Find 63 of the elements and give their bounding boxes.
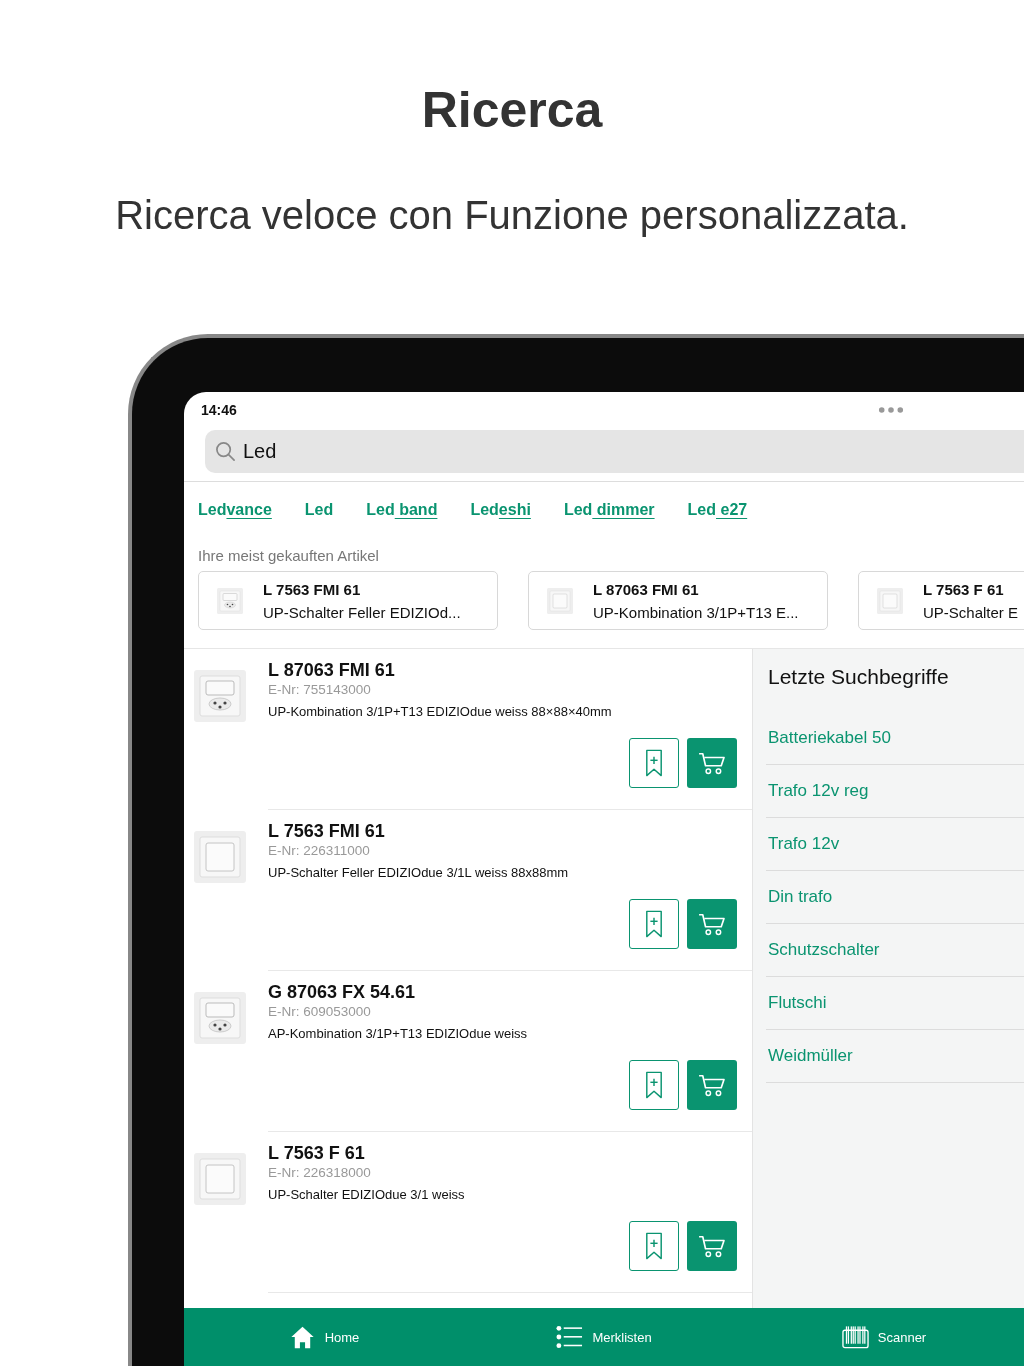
- product-code: G 87063 FX 54.61: [268, 982, 417, 1003]
- article-number: E-Nr: 609053000: [268, 1004, 372, 1019]
- section-heading: Ihre meist gekauften Artikel: [197, 546, 380, 564]
- barcode-icon: [841, 1325, 869, 1349]
- recent-search-link[interactable]: Flutschi: [768, 993, 827, 1013]
- product-card[interactable]: L 87063 FMI 61 UP-Kombination 3/1P+T13 E...: [528, 571, 828, 630]
- panel-title: Letzte Suchbegriffe: [767, 664, 950, 690]
- bookmark-plus-icon: [645, 748, 663, 778]
- recent-search-link[interactable]: Schutzschalter: [768, 940, 880, 960]
- product-description: AP-Kombination 3/1P+T13 EDIZIOdue weiss: [268, 1026, 529, 1041]
- product-card[interactable]: L 7563 F 61 UP-Schalter E: [858, 571, 1024, 630]
- product-description: UP-Schalter EDIZIOdue 3/1 weiss: [268, 1187, 466, 1202]
- add-to-cart-button[interactable]: [687, 1060, 737, 1110]
- recent-search-link[interactable]: Batteriekabel 50: [768, 728, 891, 748]
- add-to-list-button[interactable]: [629, 738, 679, 788]
- search-field[interactable]: Led: [205, 430, 1024, 473]
- recent-search-link[interactable]: Weidmüller: [768, 1046, 853, 1066]
- add-to-cart-button[interactable]: [687, 899, 737, 949]
- bookmark-plus-icon: [645, 1070, 663, 1100]
- tab-item[interactable]: Home: [184, 1308, 464, 1366]
- add-to-list-button[interactable]: [629, 899, 679, 949]
- product-code: L 7563 FMI 61: [268, 821, 386, 842]
- more-dots-icon: [877, 406, 904, 414]
- article-number: E-Nr: 226311000: [268, 843, 371, 858]
- article-number: E-Nr: 226318000: [268, 1165, 372, 1180]
- tab-item[interactable]: Scanner: [744, 1308, 1024, 1366]
- product-description: UP-Kombination 3/1P+T13 E...: [593, 603, 799, 621]
- product-code: L 7563 F 61: [268, 1143, 366, 1164]
- suggestion-link[interactable]: Ledvance: [198, 501, 272, 531]
- recent-search-link[interactable]: Trafo 12v: [768, 834, 840, 854]
- product-code: L 87063 FMI 61: [593, 580, 700, 598]
- bookmark-plus-icon: [645, 909, 663, 939]
- cart-icon: [698, 912, 726, 936]
- bookmark-plus-icon: [645, 1231, 663, 1261]
- suggestion-link[interactable]: Ledeshi: [470, 501, 531, 531]
- product-description: UP-Schalter Feller EDIZIOdue 3/1L weiss 88x88mm: [268, 865, 570, 880]
- recent-search-link[interactable]: Trafo 12v reg: [768, 781, 869, 801]
- suggestion-link[interactable]: Led e27: [687, 501, 748, 531]
- article-number: E-Nr: 755143000: [268, 682, 372, 697]
- cart-icon: [698, 1073, 726, 1097]
- product-code: L 87063 FMI 61: [268, 660, 396, 681]
- suggestion-link[interactable]: Led: [304, 501, 334, 531]
- product-card[interactable]: L 7563 FMI 61 UP-Schalter Feller EDIZIOd...: [198, 571, 498, 630]
- add-to-list-button[interactable]: [629, 1060, 679, 1110]
- list-icon: [556, 1325, 584, 1349]
- product-description: UP-Schalter E: [923, 603, 1019, 621]
- search-icon: [215, 441, 236, 462]
- recent-search-link[interactable]: Din trafo: [768, 887, 833, 907]
- product-code: L 7563 F 61: [923, 580, 1005, 598]
- page-title: Ricerca: [420, 82, 604, 138]
- add-to-cart-button[interactable]: [687, 1221, 737, 1271]
- add-to-list-button[interactable]: [629, 1221, 679, 1271]
- product-description: UP-Schalter Feller EDIZIOd...: [263, 603, 461, 621]
- product-code: L 7563 FMI 61: [263, 580, 362, 598]
- status-time: 14:46: [201, 402, 237, 418]
- suggestion-link[interactable]: Led dimmer: [563, 501, 655, 531]
- product-description: UP-Kombination 3/1P+T13 EDIZIOdue weiss 88×88×40mm: [268, 704, 613, 719]
- suggestion-link[interactable]: Led band: [366, 501, 438, 531]
- page-subtitle: Ricerca veloce con Funzione personalizzata.: [114, 192, 910, 238]
- cart-icon: [698, 1234, 726, 1258]
- add-to-cart-button[interactable]: [687, 738, 737, 788]
- tab-item[interactable]: Merklisten: [464, 1308, 744, 1366]
- cart-icon: [698, 751, 726, 775]
